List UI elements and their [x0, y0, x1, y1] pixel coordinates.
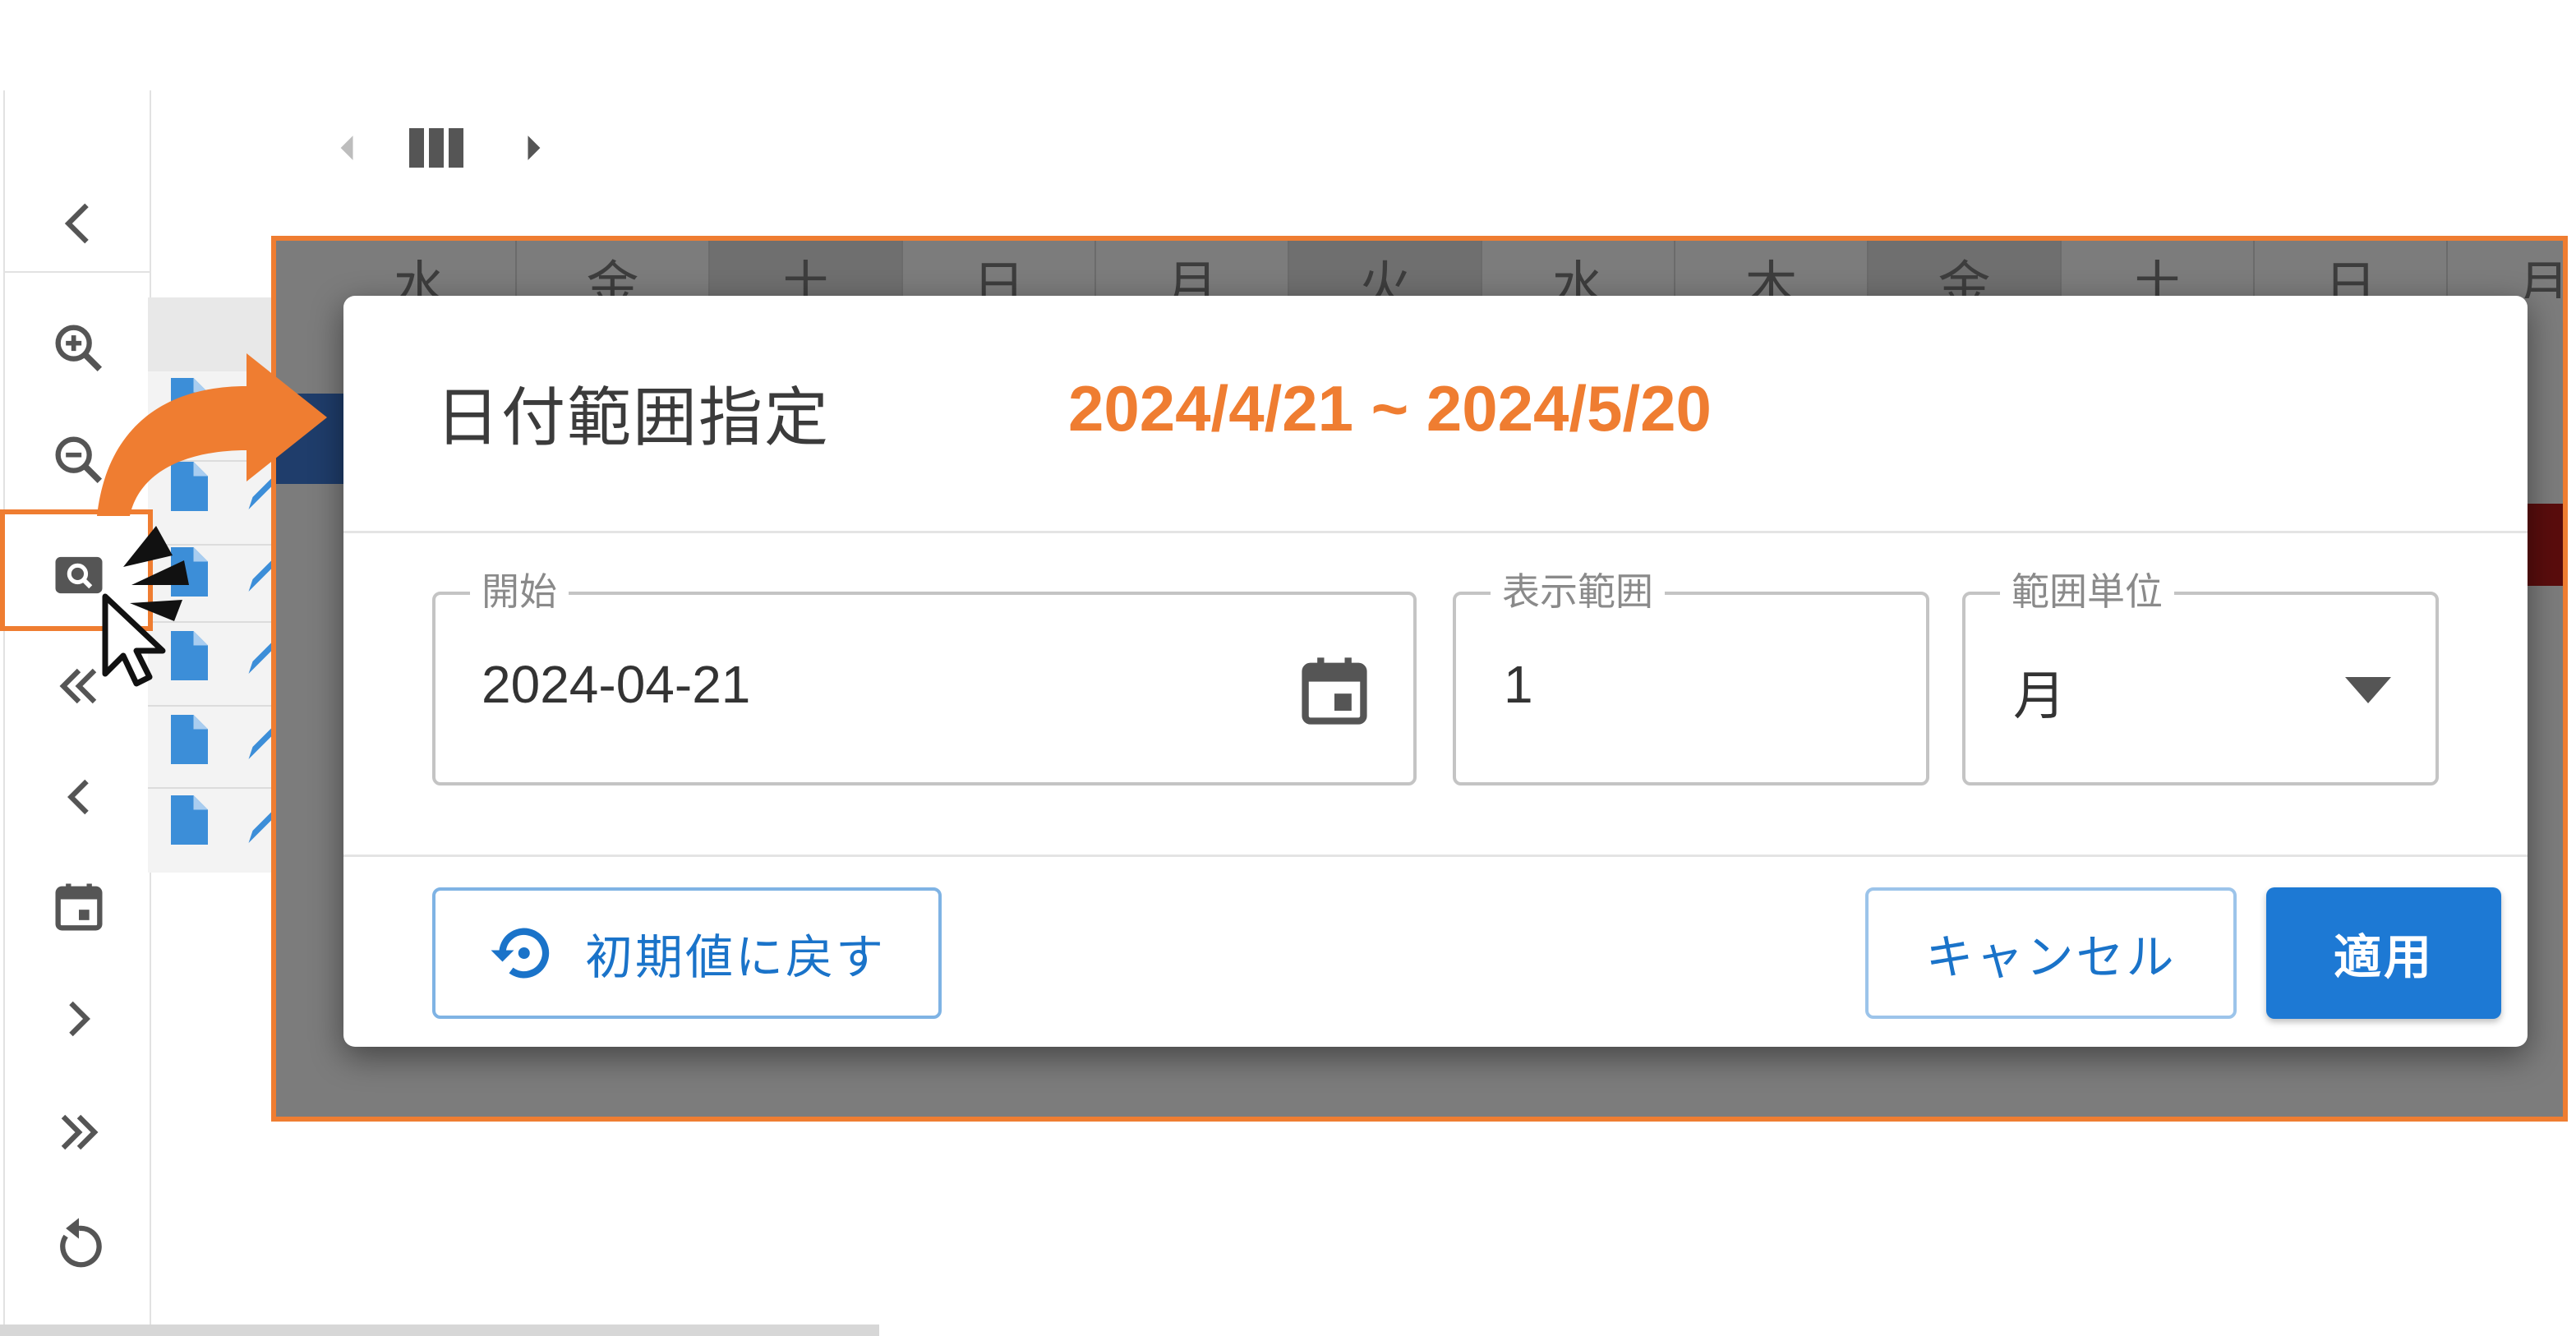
dialog-divider [343, 855, 2528, 857]
weekday-cell: 土 [2062, 241, 2255, 298]
apply-button-label: 適用 [2333, 929, 2434, 985]
zoom-out-button[interactable] [38, 419, 120, 501]
triangle-right-icon [528, 136, 541, 160]
weekday-cell: 木 [1675, 241, 1869, 298]
prev-page-button[interactable] [38, 756, 120, 838]
weekday-cell: 土 [710, 241, 903, 298]
reset-button[interactable]: 初期値に戻す [432, 887, 942, 1019]
columns-toggle-button[interactable] [408, 115, 465, 181]
restore-icon [491, 928, 550, 979]
cancel-button-label: キャンセル [1925, 929, 2177, 985]
weekday-cell: 金 [1869, 241, 2062, 298]
double-chevron-left-icon [59, 668, 97, 704]
weekday-cell: 月 [1096, 241, 1289, 298]
start-date-label: 開始 [470, 567, 569, 616]
date-range-dialog: 日付範囲指定 2024/4/21 ~ 2024/5/20 開始 2024-04-… [343, 296, 2528, 1047]
left-toolbar [3, 90, 151, 1327]
zoom-out-icon [55, 436, 103, 484]
calendar-prev-button[interactable] [325, 115, 366, 181]
chevron-left-icon [67, 779, 89, 815]
display-range-field[interactable]: 表示範囲 1 [1453, 567, 1929, 785]
weekday-cell: 水 [1482, 241, 1675, 298]
horizontal-scrollbar[interactable] [0, 1324, 879, 1336]
document-icon[interactable] [166, 795, 209, 845]
dialog-title: 日付範囲指定 [435, 381, 831, 455]
reload-button[interactable] [38, 1203, 120, 1285]
document-icon[interactable] [166, 462, 209, 511]
weekday-cell: 日 [903, 241, 1096, 298]
start-date-field[interactable]: 開始 2024-04-21 [432, 567, 1417, 785]
calendar-icon [55, 883, 103, 931]
triangle-left-icon [340, 136, 353, 160]
apply-button[interactable]: 適用 [2266, 887, 2501, 1019]
next-page-button[interactable] [38, 978, 120, 1060]
grid-row-divider [148, 705, 279, 707]
calendar-icon[interactable] [1293, 649, 1376, 731]
range-unit-select[interactable]: 範囲単位 月 [1962, 567, 2439, 785]
dialog-divider [343, 531, 2528, 533]
columns-icon [409, 128, 463, 168]
toolbar-divider [5, 271, 150, 273]
calendar-weekday-row: 水 金 土 日 月 火 水 木 金 土 日 月 [324, 241, 2564, 298]
chevron-right-icon [69, 1001, 90, 1037]
highlight-box [0, 509, 153, 631]
last-page-button[interactable] [38, 1091, 120, 1173]
date-range-annotation: 2024/4/21 ~ 2024/5/20 [1068, 372, 1712, 445]
range-unit-label: 範囲単位 [2000, 567, 2174, 616]
dropdown-arrow-icon[interactable] [2345, 674, 2391, 707]
grid-row-divider [148, 787, 279, 789]
range-unit-value[interactable]: 月 [2013, 654, 2066, 730]
refresh-icon [60, 1218, 102, 1268]
document-icon[interactable] [166, 631, 209, 680]
today-button[interactable] [38, 866, 120, 948]
collapse-button[interactable] [38, 182, 120, 265]
double-chevron-right-icon [61, 1114, 99, 1150]
grid-row-divider [148, 544, 279, 546]
weekday-cell: 月 [2448, 241, 2564, 298]
reset-button-label: 初期値に戻す [584, 929, 886, 985]
weekday-cell: 水 [324, 241, 517, 298]
zoom-in-icon [55, 325, 103, 372]
grid-row-divider [148, 621, 279, 623]
document-icon[interactable] [166, 547, 209, 597]
zoom-in-button[interactable] [38, 307, 120, 389]
display-range-value[interactable]: 1 [1504, 654, 1533, 715]
weekday-cell: 日 [2255, 241, 2448, 298]
document-icon[interactable] [166, 378, 209, 427]
start-date-value[interactable]: 2024-04-21 [482, 654, 750, 715]
display-range-label: 表示範囲 [1491, 567, 1665, 616]
calendar-next-button[interactable] [514, 115, 555, 181]
background-task-bar [276, 394, 350, 484]
document-icon[interactable] [166, 715, 209, 764]
task-grid-header [148, 297, 279, 371]
chevron-left-icon [64, 203, 89, 244]
weekday-cell: 金 [517, 241, 710, 298]
screenshot-stage: 水 金 土 日 月 火 水 木 金 土 日 月 日付範囲指定 2024/4/21… [0, 0, 2576, 1336]
cancel-button[interactable]: キャンセル [1865, 887, 2237, 1019]
weekday-cell: 火 [1289, 241, 1482, 298]
first-page-button[interactable] [38, 645, 120, 727]
